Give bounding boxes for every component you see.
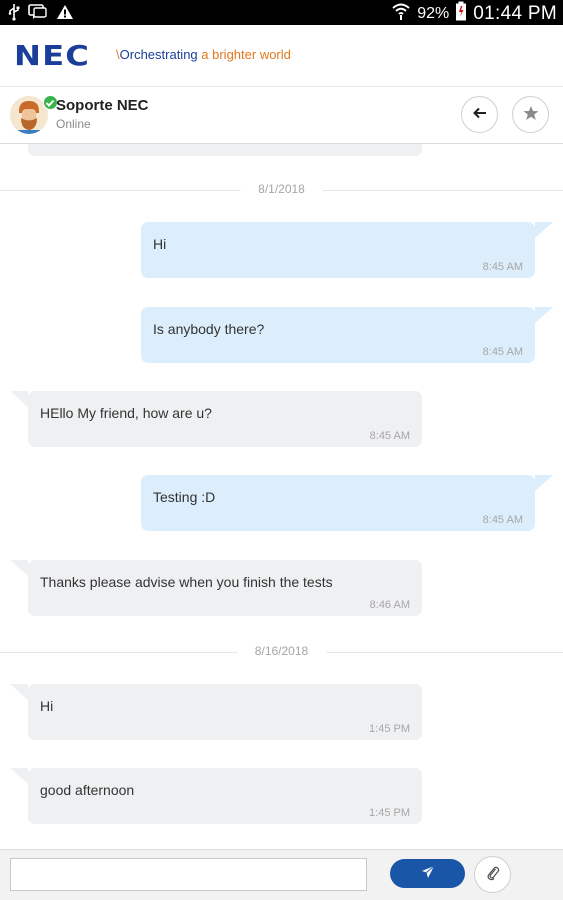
clock: 01:44 PM — [473, 2, 557, 24]
message-time: 8:45 AM — [482, 514, 523, 526]
contact-name: Soporte NEC — [56, 97, 149, 114]
message-bubble-outgoing[interactable]: Hi 8:45 AM — [141, 222, 553, 278]
usb-icon — [8, 3, 20, 21]
arrow-left-icon — [472, 107, 487, 122]
message-time: 8:45 AM — [482, 261, 523, 273]
tagline-orchestrating: Orchestrating — [119, 47, 198, 62]
message-time: 8:45 AM — [369, 430, 410, 442]
message-bubble-partial — [28, 144, 422, 156]
warning-icon — [56, 4, 74, 20]
paper-plane-icon — [421, 865, 435, 882]
message-bubble-outgoing[interactable]: Testing :D 8:45 AM — [141, 475, 553, 531]
message-bubble-incoming[interactable]: HEllo My friend, how are u? 8:45 AM — [10, 391, 422, 447]
message-text: Hi — [40, 698, 54, 714]
star-icon — [523, 105, 539, 124]
favorite-button[interactable] — [512, 96, 549, 133]
status-bar: 92% 01:44 PM — [0, 0, 563, 25]
message-bubble-outgoing[interactable]: Is anybody there? 8:45 AM — [141, 307, 553, 363]
contact-status: Online — [56, 117, 91, 131]
date-label: 8/1/2018 — [240, 182, 323, 196]
message-bubble-incoming[interactable]: good afternoon 1:45 PM — [10, 768, 422, 824]
message-text: Thanks please advise when you finish the… — [40, 574, 333, 590]
paperclip-icon — [486, 865, 500, 884]
message-text: good afternoon — [40, 782, 135, 798]
brand-header: NEC \Orchestrating a brighter world — [0, 25, 563, 87]
message-time: 8:46 AM — [369, 599, 410, 611]
nec-logo: NEC — [14, 39, 91, 72]
back-button[interactable] — [461, 96, 498, 133]
wifi-icon — [391, 2, 411, 25]
message-time: 1:45 PM — [369, 807, 410, 819]
contact-header: Soporte NEC Online — [0, 87, 563, 144]
message-list[interactable]: 8/1/2018 Hi 8:45 AM Is anybody there? 8:… — [0, 144, 563, 849]
message-text: Testing :D — [153, 489, 216, 505]
message-text: Hi — [153, 236, 167, 252]
date-label: 8/16/2018 — [236, 644, 327, 658]
tagline-brighter-world: a brighter world — [197, 47, 291, 62]
message-input[interactable] — [10, 858, 367, 891]
message-bubble-incoming[interactable]: Hi 1:45 PM — [10, 684, 422, 740]
battery-percent: 92% — [417, 4, 450, 22]
brand-tagline: \Orchestrating a brighter world — [116, 47, 291, 62]
date-separator: 8/1/2018 — [0, 180, 563, 200]
message-text: HEllo My friend, how are u? — [40, 405, 212, 421]
send-button[interactable] — [390, 859, 465, 888]
message-time: 8:45 AM — [482, 346, 523, 358]
attach-button[interactable] — [474, 856, 511, 893]
date-separator: 8/16/2018 — [0, 642, 563, 662]
message-time: 1:45 PM — [369, 723, 410, 735]
battery-icon — [455, 1, 467, 26]
chat-notification-icon — [28, 4, 48, 20]
message-text: Is anybody there? — [153, 321, 265, 337]
message-bubble-incoming[interactable]: Thanks please advise when you finish the… — [10, 560, 422, 616]
message-composer — [0, 849, 563, 900]
